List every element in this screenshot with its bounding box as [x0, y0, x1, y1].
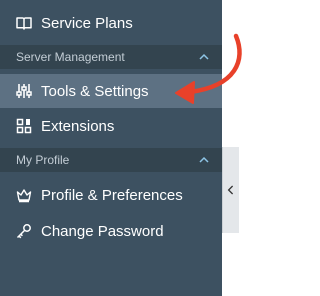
- sidebar-item-label: Tools & Settings: [41, 82, 149, 100]
- crown-icon: [16, 187, 32, 203]
- sidebar-item-label: Service Plans: [41, 14, 133, 32]
- sidebar-item-change-password[interactable]: Change Password: [0, 214, 222, 248]
- section-title: Server Management: [16, 50, 125, 64]
- sidebar-item-label: Change Password: [41, 222, 164, 240]
- sidebar-item-tools-settings[interactable]: Tools & Settings: [0, 74, 222, 108]
- section-header-server-management[interactable]: Server Management: [0, 45, 222, 69]
- sliders-icon: [16, 83, 32, 99]
- sidebar: Service Plans Server Management Tools & …: [0, 0, 222, 296]
- chevron-left-icon: [227, 185, 235, 195]
- sidebar-item-label: Extensions: [41, 117, 115, 135]
- book-icon: [16, 15, 32, 31]
- puzzle-icon: [16, 118, 32, 134]
- sidebar-item-label: Profile & Preferences: [41, 186, 183, 204]
- chevron-up-icon[interactable]: [198, 51, 210, 63]
- sidebar-item-service-plans[interactable]: Service Plans: [0, 6, 222, 40]
- section-header-my-profile[interactable]: My Profile: [0, 148, 222, 172]
- chevron-up-icon[interactable]: [198, 154, 210, 166]
- key-icon: [16, 223, 32, 239]
- sidebar-item-profile-preferences[interactable]: Profile & Preferences: [0, 178, 222, 212]
- sidebar-collapse-button[interactable]: [222, 147, 239, 233]
- section-title: My Profile: [16, 153, 70, 167]
- sidebar-item-extensions[interactable]: Extensions: [0, 109, 222, 143]
